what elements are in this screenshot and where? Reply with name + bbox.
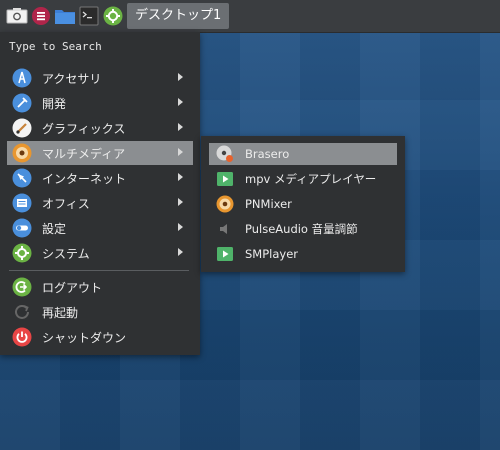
- restart-icon: [12, 302, 32, 322]
- submenu-arrow-icon: [178, 123, 183, 131]
- menu-item-label: マルチメディア: [42, 146, 126, 161]
- menu-item-office[interactable]: オフィス: [7, 191, 193, 215]
- menu-item-label: 設定: [42, 221, 67, 236]
- menu-item-logout[interactable]: ログアウト: [7, 275, 193, 299]
- menu-item-label: ログアウト: [42, 280, 103, 295]
- multimedia-icon: [12, 143, 32, 163]
- submenu-arrow-icon: [178, 173, 183, 181]
- submenu-arrow-icon: [178, 223, 183, 231]
- accessories-icon: [12, 68, 32, 88]
- submenu-arrow-icon: [178, 248, 183, 256]
- submenu-item-label: SMPlayer: [245, 247, 299, 261]
- menu-item-label: 開発: [42, 96, 67, 111]
- menu-item-label: アクセサリ: [42, 71, 102, 86]
- menu-item-shutdown[interactable]: シャットダウン: [7, 325, 193, 349]
- submenu-item-pnmixer[interactable]: PNMixer: [209, 193, 397, 215]
- menu-item-restart[interactable]: 再起動: [7, 300, 193, 324]
- terminal-icon[interactable]: [79, 5, 99, 27]
- menu-separator: [9, 270, 189, 271]
- brasero-icon: [216, 145, 234, 163]
- menu-system-icon[interactable]: [5, 5, 29, 27]
- desktop-task-button[interactable]: デスクトップ1: [127, 3, 230, 29]
- office-icon: [12, 193, 32, 213]
- menu-item-internet[interactable]: インターネット: [7, 166, 193, 190]
- search-label[interactable]: Type to Search: [9, 40, 102, 53]
- menu-item-label: システム: [42, 246, 90, 261]
- submenu-arrow-icon: [178, 73, 183, 81]
- menu-item-settings[interactable]: 設定: [7, 216, 193, 240]
- taskbar: デスクトップ1: [0, 0, 500, 33]
- submenu-item-label: PulseAudio 音量調節: [245, 222, 358, 236]
- folder-icon[interactable]: [54, 5, 76, 27]
- toggle-settings-icon: [12, 218, 32, 238]
- logout-icon: [12, 277, 32, 297]
- submenu-item-mpv[interactable]: mpv メディアプレイヤー: [209, 168, 397, 190]
- app-menu-icon[interactable]: [31, 5, 51, 27]
- submenu-arrow-icon: [178, 198, 183, 206]
- submenu-item-pulseaudio[interactable]: PulseAudio 音量調節: [209, 218, 397, 240]
- internet-icon: [12, 168, 32, 188]
- settings-icon[interactable]: [102, 5, 124, 27]
- volume-icon: [216, 220, 234, 238]
- menu-item-label: グラフィックス: [42, 121, 126, 136]
- submenu-arrow-icon: [178, 148, 183, 156]
- menu-item-label: オフィス: [42, 196, 90, 211]
- menu-item-graphics[interactable]: グラフィックス: [7, 116, 193, 140]
- submenu-item-label: mpv メディアプレイヤー: [245, 172, 377, 186]
- menu-item-development[interactable]: 開発: [7, 91, 193, 115]
- menu-item-accessories[interactable]: アクセサリ: [7, 66, 193, 90]
- application-menu: Type to Search アクセサリ 開発 グラフィックス マルチメディア: [0, 32, 200, 355]
- submenu-item-label: PNMixer: [245, 197, 292, 211]
- submenu-item-brasero[interactable]: Brasero: [209, 143, 397, 165]
- menu-item-label: シャットダウン: [42, 330, 127, 345]
- graphics-icon: [12, 118, 32, 138]
- menu-item-system[interactable]: システム: [7, 241, 193, 265]
- menu-item-label: 再起動: [42, 305, 79, 320]
- multimedia-submenu: Brasero mpv メディアプレイヤー PNMixer PulseAudio…: [201, 136, 405, 272]
- development-icon: [12, 93, 32, 113]
- submenu-item-smplayer[interactable]: SMPlayer: [209, 243, 397, 265]
- mpv-icon: [216, 170, 234, 188]
- submenu-item-label: Brasero: [245, 147, 290, 161]
- submenu-arrow-icon: [178, 98, 183, 106]
- pnmixer-icon: [216, 195, 234, 213]
- menu-item-multimedia[interactable]: マルチメディア: [7, 141, 193, 165]
- shutdown-icon: [12, 327, 32, 347]
- smplayer-icon: [216, 245, 234, 263]
- system-icon: [12, 243, 32, 263]
- menu-item-label: インターネット: [42, 171, 127, 186]
